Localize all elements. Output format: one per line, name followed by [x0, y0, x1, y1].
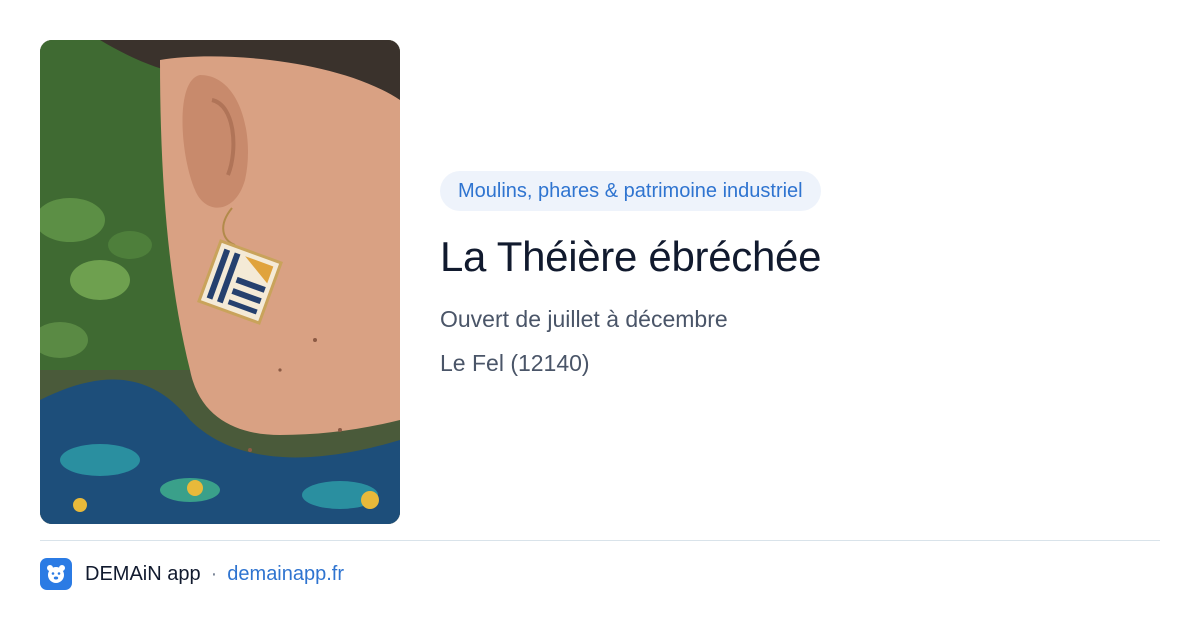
opening-hours: Ouvert de juillet à décembre — [440, 306, 728, 332]
bear-face-icon — [40, 558, 72, 590]
place-info: Moulins, phares & patrimoine industriel … — [440, 171, 1160, 379]
source-footer: DEMAiN app · demainapp.fr — [40, 557, 344, 591]
place-title: La Théière ébréchée — [440, 233, 822, 280]
earring-photo-illustration — [40, 40, 400, 524]
category-badge[interactable]: Moulins, phares & patrimoine industriel — [440, 171, 821, 211]
separator-dot: · — [210, 562, 218, 585]
place-location: Le Fel (12140) — [440, 350, 590, 376]
app-name: DEMAiN app — [85, 562, 201, 585]
link-preview-card[interactable]: Moulins, phares & patrimoine industriel … — [0, 0, 1200, 630]
place-photo — [40, 40, 400, 524]
footer-divider — [40, 540, 1160, 541]
app-url-link[interactable]: demainapp.fr — [227, 563, 344, 586]
